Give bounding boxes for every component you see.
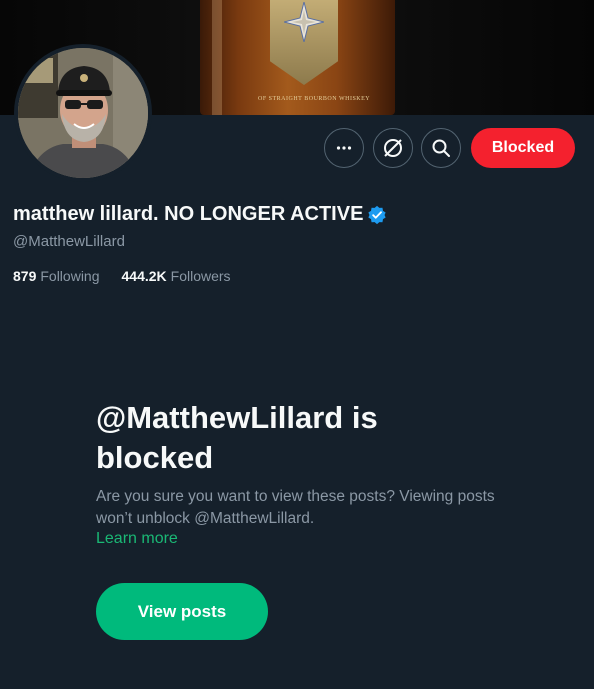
blocked-notice-description: Are you sure you want to view these post… <box>96 488 495 527</box>
verified-badge-icon[interactable] <box>367 205 387 225</box>
user-handle: @MatthewLillard <box>13 233 125 250</box>
following-link[interactable]: 879 Following <box>13 268 100 284</box>
more-options-button[interactable] <box>324 128 364 168</box>
view-posts-button[interactable]: View posts <box>96 583 268 640</box>
followers-label: Followers <box>170 268 231 284</box>
more-dots-icon <box>336 146 352 150</box>
blocked-notice-title: @MatthewLillard is blocked <box>96 400 378 475</box>
search-button[interactable] <box>421 128 461 168</box>
grok-button[interactable] <box>373 128 413 168</box>
banner-bottle-image: OF STRAIGHT BOURBON WHISKEY <box>200 0 395 115</box>
banner-label-text: OF STRAIGHT BOURBON WHISKEY <box>258 96 371 102</box>
following-count: 879 <box>13 268 37 284</box>
following-label: Following <box>40 268 100 284</box>
followers-link[interactable]: 444.2K Followers <box>122 268 231 284</box>
follow-stats: 879 Following 444.2K Followers <box>13 268 231 284</box>
learn-more-link[interactable]: Learn more <box>96 530 178 548</box>
search-icon <box>432 139 450 157</box>
avatar-photo <box>18 48 148 178</box>
avatar[interactable] <box>14 44 152 182</box>
display-name-row: matthew lillard. NO LONGER ACTIVE <box>13 203 387 226</box>
star-emblem-icon <box>284 2 324 42</box>
grok-icon <box>384 139 402 157</box>
profile-page: OF STRAIGHT BOURBON WHISKEY Blocked matt… <box>0 0 594 689</box>
blocked-button[interactable]: Blocked <box>471 128 575 168</box>
display-name: matthew lillard. NO LONGER ACTIVE <box>13 203 364 225</box>
followers-count: 444.2K <box>121 268 167 284</box>
